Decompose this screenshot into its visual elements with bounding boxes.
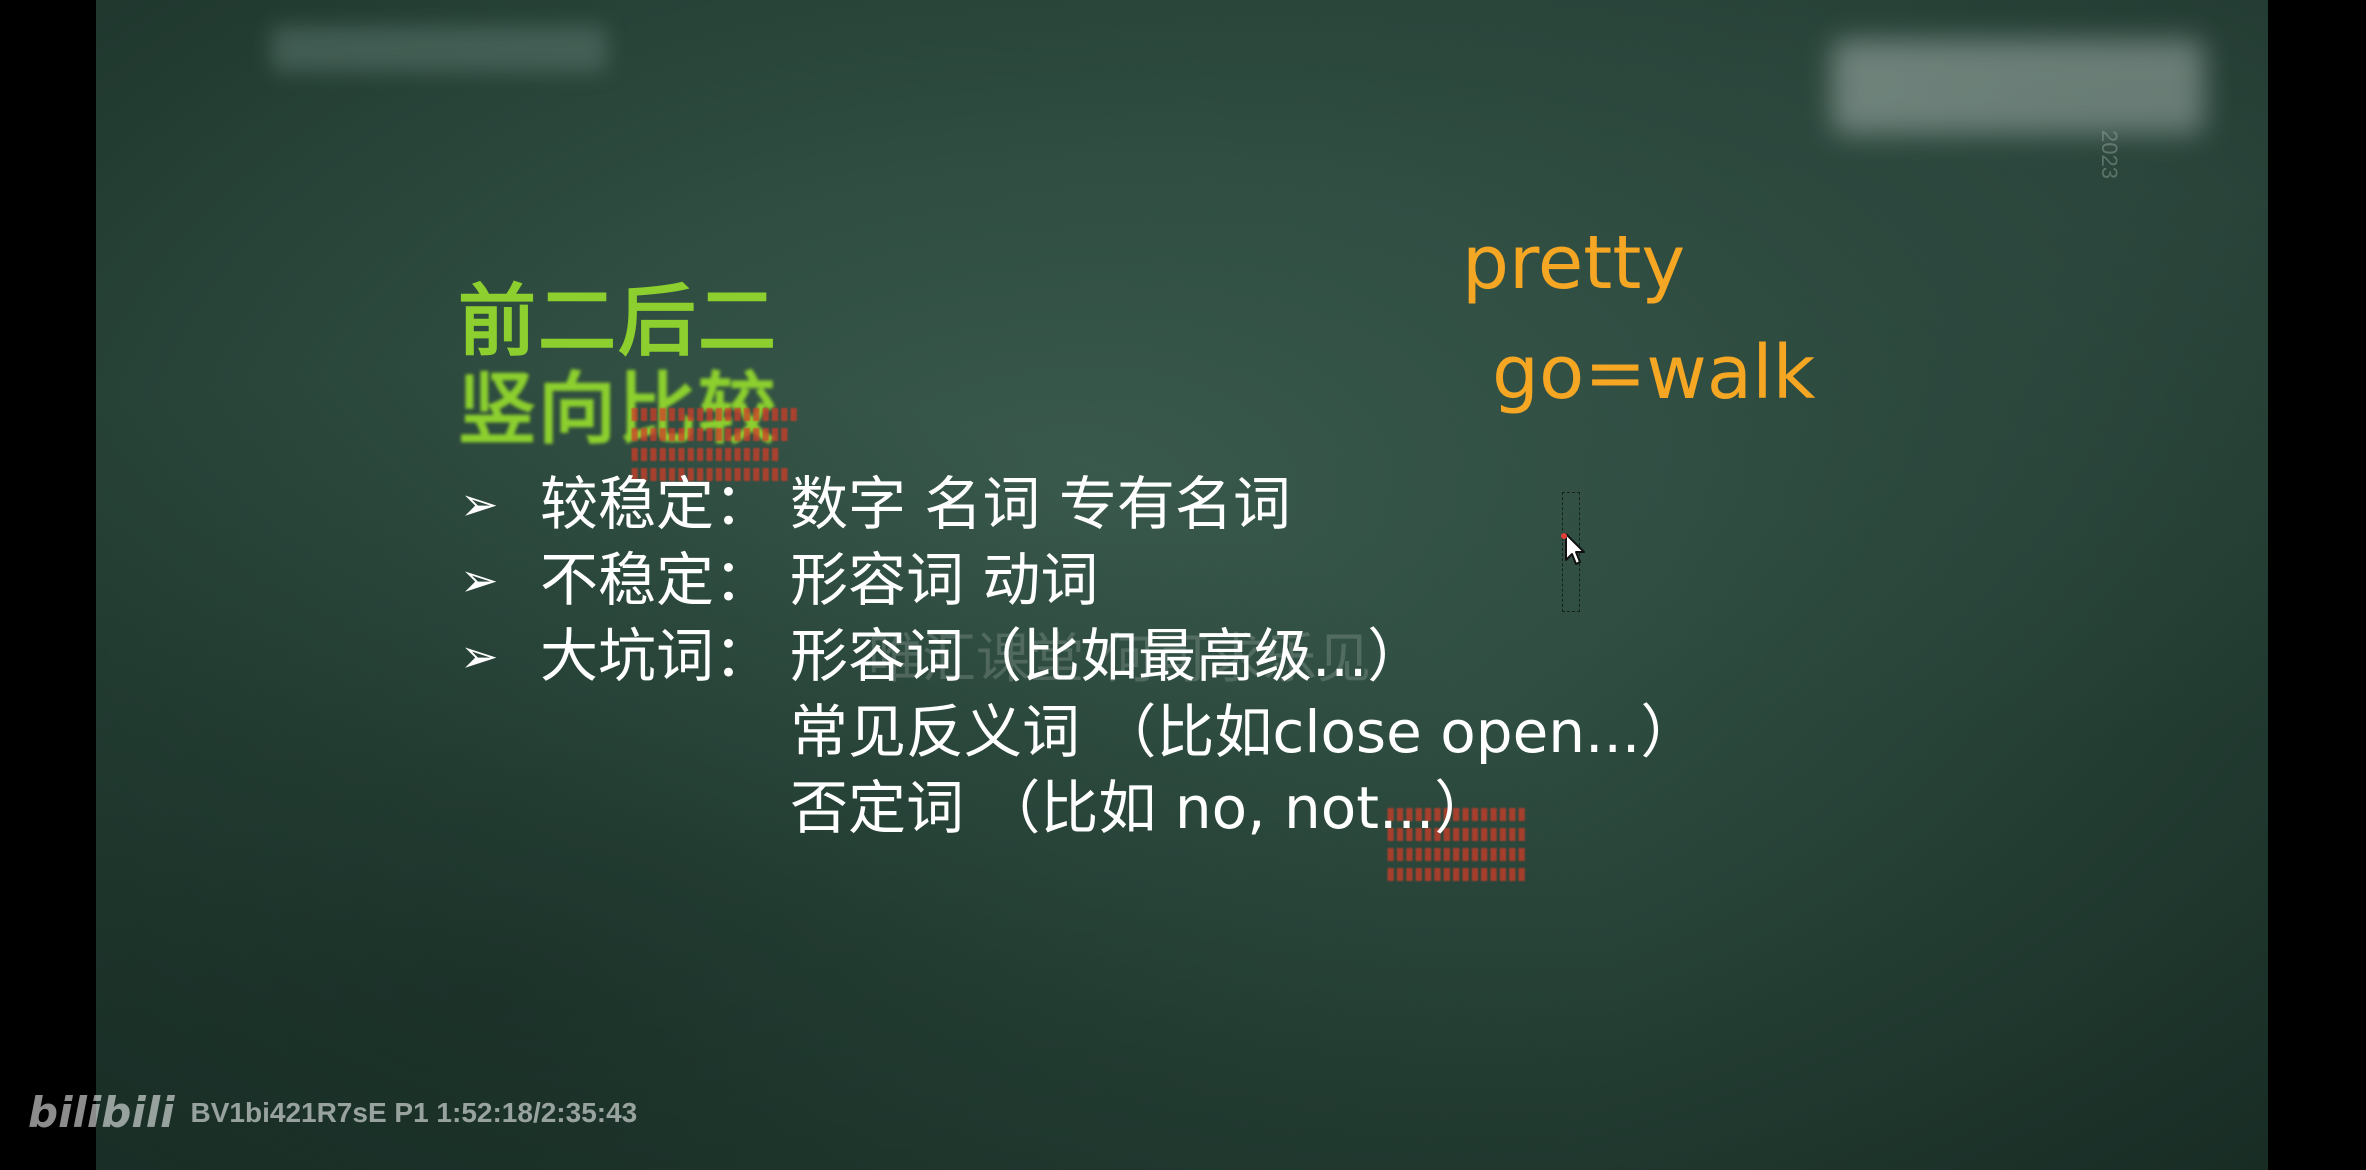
blurred-watermark-top-left xyxy=(271,26,607,72)
bullet-item-pitfall: ➢ 大坑词： 形容词（比如最高级...） xyxy=(460,618,1698,694)
bullet-item-unstable: ➢ 不稳定： 形容词 动词 xyxy=(460,542,1698,618)
bullet-list: ➢ 较稳定： 数字 名词 专有名词 ➢ 不稳定： 形容词 动词 ➢ 大坑词： 形… xyxy=(460,466,1698,846)
bullet-label: 较稳定： xyxy=(540,470,773,538)
bilibili-logo: bilibili xyxy=(28,1088,175,1137)
bullet-text: 形容词（比如最高级...） xyxy=(790,622,1426,690)
orange-word-go-walk: go=walk xyxy=(1492,330,1816,416)
bullet-item-stable: ➢ 较稳定： 数字 名词 专有名词 xyxy=(460,466,1698,542)
slide-title-line1: 前二后二 xyxy=(458,277,779,367)
bullet-label: 不稳定： xyxy=(540,546,773,614)
arrow-bullet-icon: ➢ xyxy=(460,553,499,607)
bilibili-overlay: bilibili BV1bi421R7sE P1 1:52:18/2:35:43 xyxy=(28,1088,637,1137)
bullet-continuation-antonyms: 常见反义词 （比如close open...） xyxy=(790,698,1699,766)
bullet-text: 形容词 动词 xyxy=(790,546,1099,614)
arrow-bullet-icon: ➢ xyxy=(460,629,499,683)
video-frame[interactable]: 2023 前二后二 竖向比较 ▮▮▮▮▮▮▮▮▮▮▮▮▮▮▮▮▮▮ ▮▮▮▮▮▮▮… xyxy=(0,0,2366,1170)
mouse-pointer-icon xyxy=(1561,533,1585,565)
video-id-timestamp: BV1bi421R7sE P1 1:52:18/2:35:43 xyxy=(190,1096,638,1128)
bullet-continuation-negation: 否定词 （比如 no, not...） xyxy=(790,774,1493,842)
year-label: 2023 xyxy=(2097,130,2122,179)
orange-word-pretty: pretty xyxy=(1462,220,1686,306)
bullet-text: 数字 名词 专有名词 xyxy=(790,470,1291,538)
blurred-logo-top-right xyxy=(1832,40,2204,134)
bullet-label: 大坑词： xyxy=(540,622,773,690)
arrow-bullet-icon: ➢ xyxy=(460,477,499,531)
